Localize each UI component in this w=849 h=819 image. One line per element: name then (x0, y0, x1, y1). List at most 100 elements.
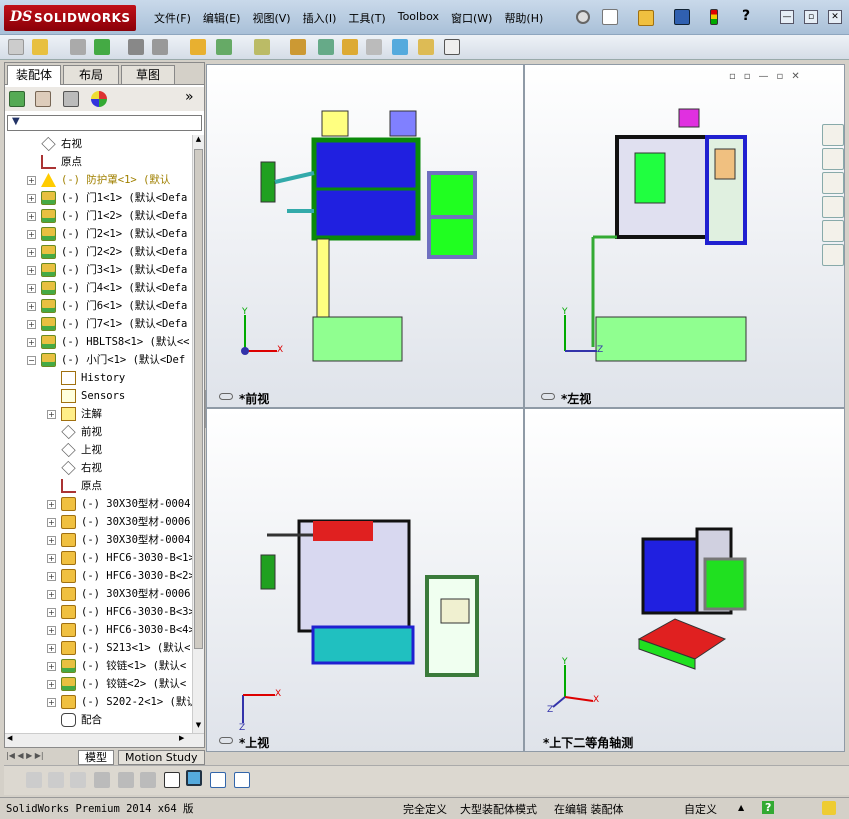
toolbar-icon-9[interactable] (254, 39, 270, 55)
tree-node[interactable]: + (-) S213<1> (默认< (5, 639, 192, 657)
menu-file[interactable]: 文件(F) (148, 10, 197, 26)
view-link-icon[interactable] (541, 393, 555, 400)
two-view-icon[interactable] (210, 772, 226, 788)
tree-expand-toggle[interactable]: + (47, 698, 56, 707)
tree-expand-toggle[interactable]: + (47, 662, 56, 671)
tree-node[interactable]: + (-) 铰链<1> (默认< (5, 657, 192, 675)
tab-assembly[interactable]: 装配体 (7, 65, 61, 85)
tree-node[interactable]: + (-) HFC6-3030-B<3> (5, 603, 192, 621)
tree-expand-toggle[interactable]: + (47, 554, 56, 563)
file-explorer-icon[interactable] (822, 172, 844, 194)
toolbar-icon-14[interactable] (392, 39, 408, 55)
tree-node[interactable]: + (-) 铰链<2> (默认< (5, 675, 192, 693)
tree-expand-toggle[interactable]: + (47, 536, 56, 545)
menu-view[interactable]: 视图(V) (246, 10, 296, 26)
view-tool-6-icon[interactable] (140, 772, 156, 788)
tree-expand-toggle[interactable]: + (47, 680, 56, 689)
tree-expand-toggle[interactable]: + (27, 176, 36, 185)
tree-node[interactable]: + (-) 30X30型材-0004 (5, 531, 192, 549)
restore-button[interactable]: ▫ (804, 10, 818, 24)
minimize-button[interactable]: — (780, 10, 794, 24)
tree-node[interactable]: 配合 (5, 711, 192, 729)
toolbar-icon-3[interactable] (70, 39, 86, 55)
viewport-left[interactable]: Y Z *左视 ▫▫—▫✕ (524, 64, 845, 408)
toolbar-icon-4[interactable] (94, 39, 110, 55)
tree-expand-toggle[interactable]: + (47, 410, 56, 419)
view-link-icon[interactable] (219, 737, 233, 744)
tree-node[interactable]: History (5, 369, 192, 387)
four-view-icon[interactable] (234, 772, 250, 788)
menu-toolbox[interactable]: Toolbox (392, 10, 445, 26)
custom-properties-icon[interactable] (822, 244, 844, 266)
status-custom[interactable]: 自定义 (684, 801, 717, 817)
tree-node[interactable]: + (-) 门2<1> (默认<Defa (5, 225, 192, 243)
tree-node[interactable]: + (-) 30X30型材-0004 (5, 495, 192, 513)
scroll-down-arrow-icon[interactable]: ▼ (193, 721, 204, 733)
help-icon[interactable]: ? (742, 8, 756, 26)
new-document-icon[interactable] (602, 9, 618, 25)
tree-expand-toggle[interactable]: + (27, 320, 36, 329)
tree-node[interactable]: + (-) 门1<2> (默认<Defa (5, 207, 192, 225)
tree-node[interactable]: + (-) 门3<1> (默认<Defa (5, 261, 192, 279)
toolbar-icon-5[interactable] (128, 39, 144, 55)
tab-sketch[interactable]: 草图 (121, 65, 175, 84)
tree-node[interactable]: + (-) HBLTS8<1> (默认<< (5, 333, 192, 351)
scroll-up-arrow-icon[interactable]: ▲ (193, 135, 204, 147)
status-arrow-icon[interactable]: ▲ (738, 803, 744, 812)
rebuild-traffic-light-icon[interactable] (710, 9, 718, 25)
menu-edit[interactable]: 编辑(E) (197, 10, 247, 26)
toolbar-icon-15[interactable] (418, 39, 434, 55)
tree-node[interactable]: + (-) 30X30型材-0006 (5, 513, 192, 531)
feature-manager-icon[interactable] (9, 91, 25, 107)
view-tool-5-icon[interactable] (118, 772, 134, 788)
home-icon[interactable] (822, 124, 844, 146)
menu-window[interactable]: 窗口(W) (445, 10, 498, 26)
viewport-controls[interactable]: ▫▫—▫✕ (729, 71, 837, 85)
tree-node[interactable]: 右视 (5, 135, 192, 153)
tree-expand-toggle[interactable]: − (27, 356, 36, 365)
tab-nav-arrows[interactable]: |◀ ◀ ▶ ▶| (6, 751, 44, 760)
tag-icon[interactable] (822, 801, 836, 815)
tree-node[interactable]: − (-) 小门<1> (默认<Def (5, 351, 192, 369)
view-tool-2-icon[interactable] (48, 772, 64, 788)
tree-expand-toggle[interactable]: + (27, 248, 36, 257)
tree-node[interactable]: + (-) S202-2<1> (默认 (5, 693, 192, 711)
tree-expand-toggle[interactable]: + (47, 590, 56, 599)
tree-expand-toggle[interactable]: + (27, 194, 36, 203)
tab-motion-study[interactable]: Motion Study 1 (118, 750, 205, 778)
viewport-isometric[interactable]: Y X Z *上下二等角轴测 (524, 408, 845, 752)
single-view-icon[interactable] (164, 772, 180, 788)
tree-expand-toggle[interactable]: + (27, 302, 36, 311)
configuration-manager-icon[interactable] (63, 91, 79, 107)
view-cube-icon[interactable] (186, 770, 202, 786)
tree-expand-toggle[interactable]: + (47, 608, 56, 617)
viewport-front[interactable]: Y X *前视 (206, 64, 524, 408)
appearances-icon[interactable] (822, 220, 844, 242)
toolbar-icon-2[interactable] (32, 39, 48, 55)
save-icon[interactable] (674, 9, 690, 25)
scroll-left-arrow-icon[interactable]: ◀ (7, 734, 12, 742)
solidworks-logo[interactable]: DS SOLIDWORKS (4, 5, 136, 31)
scroll-thumb[interactable] (194, 149, 203, 649)
menu-insert[interactable]: 插入(I) (297, 10, 343, 26)
tree-node[interactable]: + 注解 (5, 405, 192, 423)
toolbar-icon-11[interactable] (318, 39, 334, 55)
tree-expand-toggle[interactable]: + (27, 230, 36, 239)
view-palette-icon[interactable] (822, 196, 844, 218)
toolbar-icon-7[interactable] (190, 39, 206, 55)
tree-filter[interactable]: ▼ (7, 115, 202, 131)
status-mode[interactable]: 大型装配体模式 (460, 801, 537, 817)
tree-node[interactable]: + (-) 防护罩<1> (默认 (5, 171, 192, 189)
tree-node[interactable]: + (-) HFC6-3030-B<4> (5, 621, 192, 639)
tree-expand-toggle[interactable]: + (47, 500, 56, 509)
tree-node[interactable]: + (-) HFC6-3030-B<1> (5, 549, 192, 567)
tree-expand-toggle[interactable]: + (27, 284, 36, 293)
tree-node[interactable]: + (-) 门7<1> (默认<Defa (5, 315, 192, 333)
tree-expand-toggle[interactable]: + (47, 644, 56, 653)
tree-expand-toggle[interactable]: + (27, 266, 36, 275)
toolbar-icon-6[interactable] (152, 39, 168, 55)
toolbar-icon-16[interactable] (444, 39, 460, 55)
view-tool-1-icon[interactable] (26, 772, 42, 788)
tree-node[interactable]: + (-) 门4<1> (默认<Defa (5, 279, 192, 297)
display-manager-icon[interactable] (91, 91, 107, 107)
